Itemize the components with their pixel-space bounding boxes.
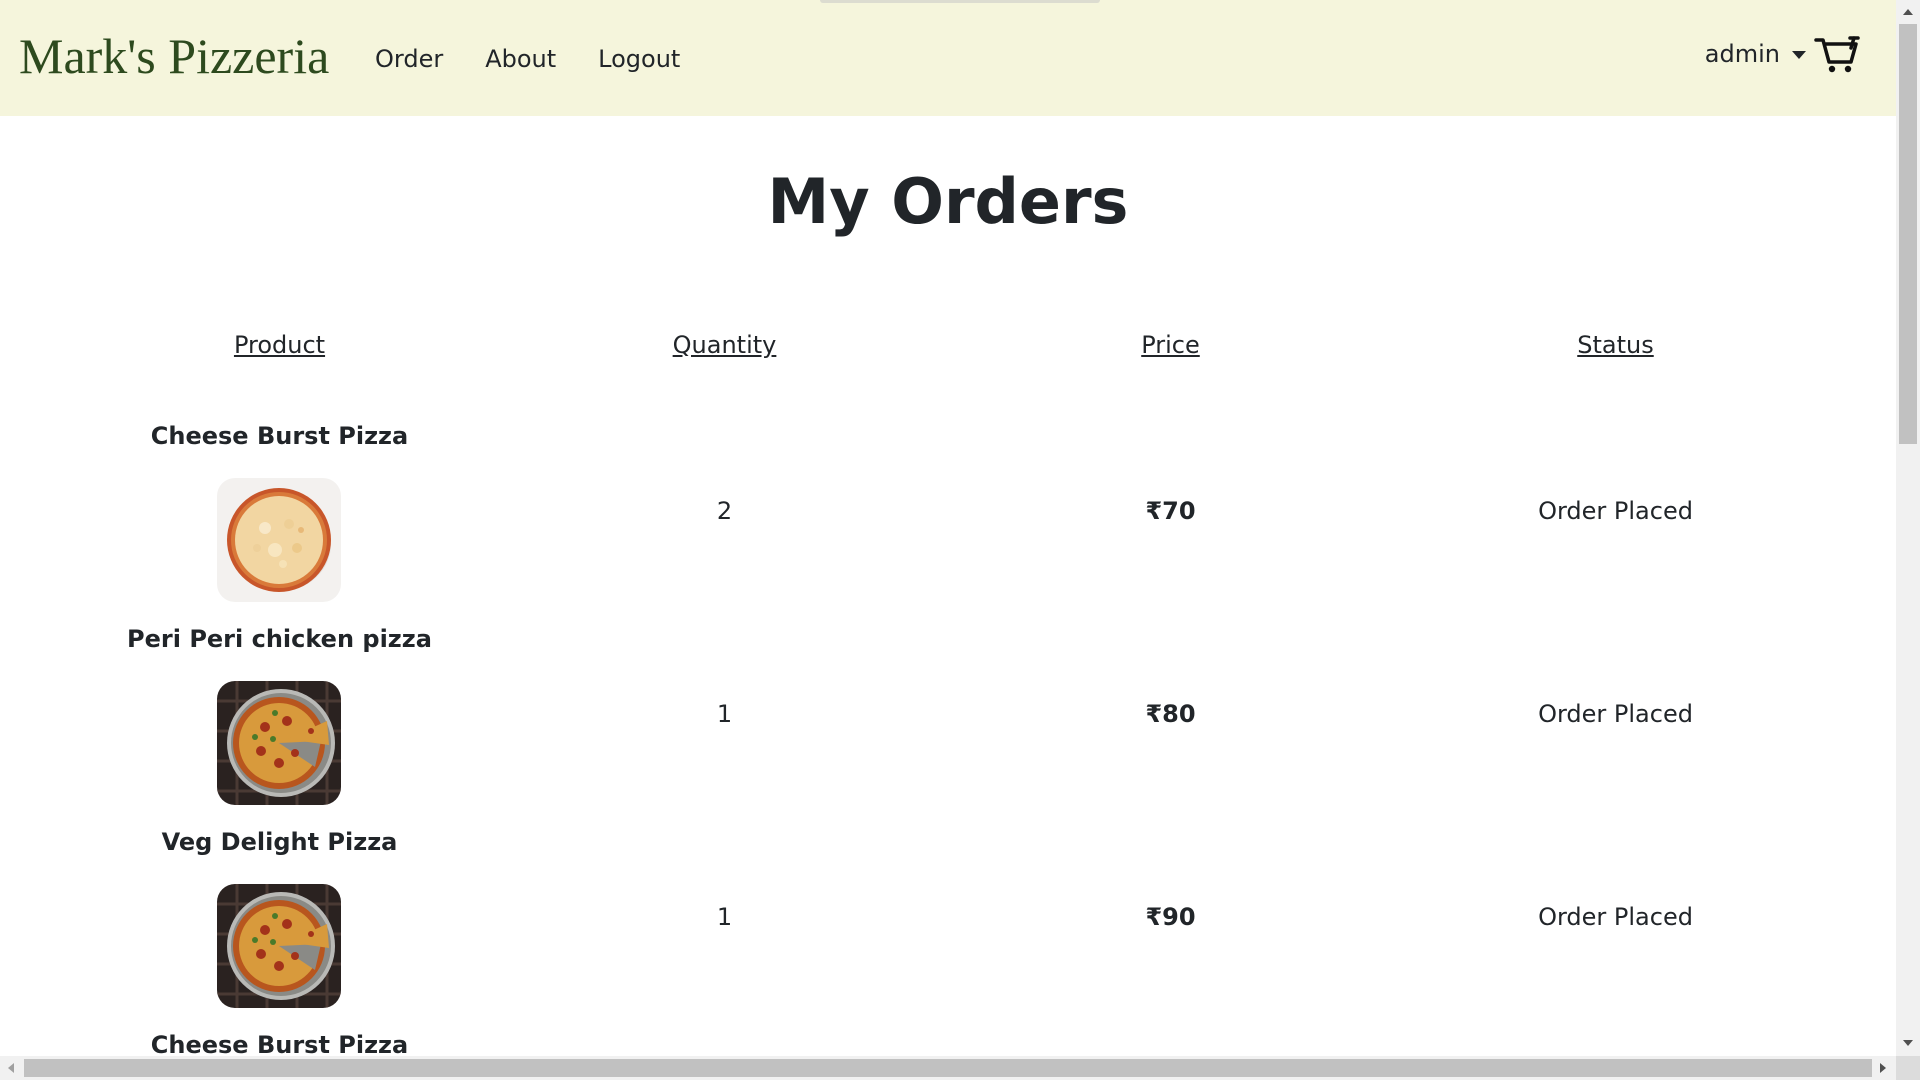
pepperoni-pizza-image [217, 681, 341, 805]
order-price: ₹90 [1145, 903, 1196, 931]
product-name: Cheese Burst Pizza [150, 1031, 409, 1056]
column-header-product: Product [233, 331, 326, 359]
scroll-up-icon[interactable] [1903, 9, 1913, 15]
scroll-left-icon[interactable] [8, 1063, 14, 1073]
order-price: ₹80 [1145, 700, 1196, 728]
column-header-status: Status [1577, 331, 1654, 359]
column-header-price: Price [1141, 331, 1200, 359]
scrollbar-corner [1896, 1056, 1920, 1080]
username-label: admin [1704, 40, 1780, 68]
horizontal-scrollbar[interactable] [0, 1056, 1920, 1080]
page-title: My Orders [767, 165, 1129, 238]
scroll-right-icon[interactable] [1880, 1063, 1886, 1073]
horizontal-scroll-thumb[interactable] [24, 1059, 1872, 1077]
order-quantity: 2 [716, 497, 733, 525]
user-dropdown[interactable]: admin [1705, 40, 1806, 68]
top-tab-indicator [820, 0, 1100, 3]
chevron-down-icon [1792, 51, 1806, 59]
product-name: Veg Delight Pizza [161, 828, 398, 856]
brand-logo-link[interactable]: Mark's Pizzeria [19, 26, 329, 86]
vertical-scroll-thumb[interactable] [1899, 24, 1917, 444]
nav-link-order[interactable]: Order [375, 42, 443, 76]
cart-icon[interactable] [1814, 34, 1860, 74]
order-quantity: 1 [716, 700, 733, 728]
user-area: admin [1705, 34, 1860, 74]
order-status: Order Placed [1538, 903, 1693, 931]
column-header-quantity: Quantity [672, 331, 777, 359]
cheese-pizza-image [217, 478, 341, 602]
pepperoni-pizza-image [217, 884, 341, 1008]
scroll-down-icon[interactable] [1903, 1040, 1913, 1046]
vertical-scrollbar[interactable] [1896, 0, 1920, 1056]
navbar: Mark's Pizzeria Order About Logout admin [0, 0, 1896, 116]
nav-link-about[interactable]: About [485, 42, 556, 76]
nav-link-logout[interactable]: Logout [598, 42, 680, 76]
order-price: ₹70 [1145, 497, 1196, 525]
product-name: Cheese Burst Pizza [150, 422, 409, 450]
order-quantity: 1 [716, 903, 733, 931]
order-status: Order Placed [1538, 497, 1693, 525]
product-name: Peri Peri chicken pizza [127, 625, 432, 653]
order-status: Order Placed [1538, 700, 1693, 728]
nav-links: Order About Logout [375, 42, 722, 76]
page-viewport: Mark's Pizzeria Order About Logout admin… [0, 0, 1896, 1056]
